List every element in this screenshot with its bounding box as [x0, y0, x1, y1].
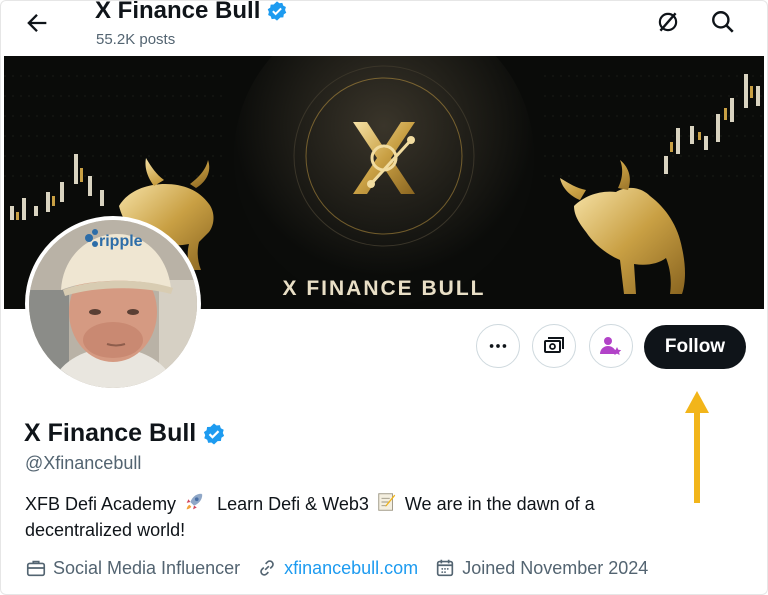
search-icon[interactable]: [710, 9, 736, 35]
bio-part-1: XFB Defi Academy: [25, 494, 177, 514]
memo-icon: [378, 493, 396, 511]
category-text: Social Media Influencer: [53, 557, 241, 578]
meta-category: Social Media Influencer: [25, 557, 240, 579]
more-dots-icon: [489, 344, 507, 348]
website-link[interactable]: xfinancebull.com: [284, 558, 418, 579]
joined-text: Joined November 2024: [462, 557, 649, 578]
post-count: 55.2K posts: [96, 31, 176, 48]
annotation-arrow-icon: [685, 391, 709, 503]
profile-page: X Finance Bull 55.2K posts X FINANCE BUL…: [0, 0, 768, 595]
verified-badge-icon: [268, 1, 287, 21]
header-title-text: X Finance Bull: [95, 0, 261, 24]
verified-badge-icon[interactable]: [202, 422, 226, 446]
profile-name: X Finance Bull: [24, 419, 226, 448]
profile-name-text: X Finance Bull: [24, 419, 197, 447]
follow-button[interactable]: Follow: [644, 325, 746, 369]
rocket-icon: [186, 493, 203, 510]
meta-joined: Joined November 2024: [434, 557, 648, 579]
profile-bio: XFB Defi Academy Learn Defi & Web3 We ar…: [25, 491, 665, 543]
cap-logo-text: ripple: [99, 233, 143, 250]
tip-button[interactable]: [532, 324, 576, 368]
avatar-photo: ripple: [29, 220, 197, 388]
money-icon: [544, 337, 564, 353]
profile-header: X Finance Bull 55.2K posts: [1, 1, 767, 56]
more-button[interactable]: [476, 324, 520, 368]
person-star-icon: [600, 337, 622, 355]
link-icon: [260, 560, 274, 576]
subscribe-button[interactable]: [589, 324, 633, 368]
back-arrow-icon[interactable]: [23, 9, 51, 37]
profile-handle: @Xfinancebull: [25, 453, 142, 473]
bio-part-2: Learn Defi & Web3: [217, 494, 369, 514]
avatar[interactable]: ripple: [25, 216, 201, 392]
grok-icon[interactable]: [655, 9, 681, 35]
briefcase-icon: [26, 560, 46, 577]
meta-website[interactable]: xfinancebull.com: [256, 557, 418, 579]
profile-meta: Social Media Influencer xfinancebull.com…: [25, 557, 664, 579]
calendar-icon: [437, 559, 454, 577]
header-title: X Finance Bull: [95, 0, 288, 25]
